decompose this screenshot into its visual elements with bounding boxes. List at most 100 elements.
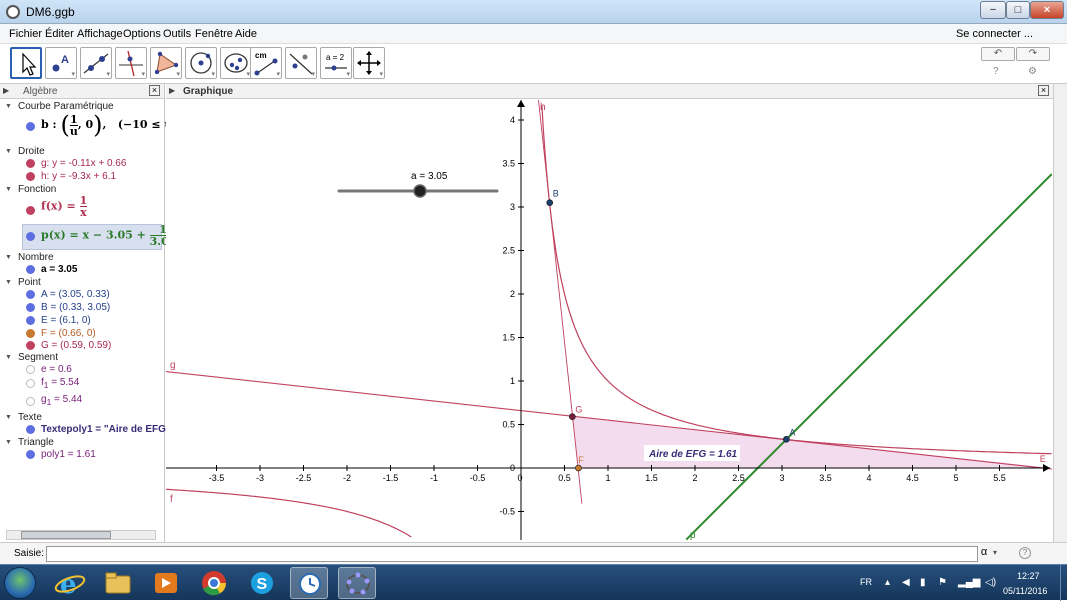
area-label-box[interactable]: Aire de EFG = 1.61 [644, 445, 740, 461]
collapse-triangle-icon[interactable]: ▶ [3, 86, 9, 95]
file-explorer-icon[interactable] [98, 567, 136, 599]
reflect-tool-button[interactable]: ▾ [285, 47, 317, 79]
command-input[interactable] [46, 546, 978, 562]
clock-app-icon[interactable] [290, 567, 328, 599]
chevron-down-icon[interactable]: ▾ [993, 548, 1003, 557]
move-tool-button[interactable] [10, 47, 42, 79]
input-help-icon[interactable]: ? [1019, 547, 1031, 559]
category-toggle-icon[interactable]: ▼ [5, 148, 12, 155]
geogebra-taskbar-icon[interactable] [338, 567, 376, 599]
graphics-close-icon[interactable]: × [1038, 85, 1049, 96]
number-a-item[interactable]: a = 3.05 [41, 264, 77, 275]
category-toggle-icon[interactable]: ▼ [5, 354, 12, 361]
point-b[interactable] [546, 199, 554, 206]
media-player-icon[interactable] [146, 567, 184, 599]
curve-f-right-branch[interactable] [541, 105, 1052, 455]
visibility-toggle[interactable] [26, 365, 35, 374]
segment-f1-item[interactable]: f1 = 5.54 [41, 377, 79, 390]
scrollbar-thumb[interactable] [21, 531, 111, 539]
category-toggle-icon[interactable]: ▼ [5, 414, 12, 421]
polygon-tool-button[interactable]: ▾ [150, 47, 182, 79]
tray-arrow-icon[interactable]: ▴ [885, 577, 890, 588]
point-e-item[interactable]: E = (6.1, 0) [41, 315, 91, 326]
help-icon[interactable]: ? [993, 66, 999, 77]
point-g-item[interactable]: G = (0.59, 0.59) [41, 340, 111, 351]
volume-icon[interactable]: ◀ [902, 577, 910, 588]
point-a-item[interactable]: A = (3.05, 0.33) [41, 289, 110, 300]
battery-icon[interactable]: ▮ [920, 577, 926, 588]
line-h-item[interactable]: h: y = -9.3x + 6.1 [41, 171, 116, 182]
perpendicular-tool-button[interactable]: ▾ [115, 47, 147, 79]
conic-tool-button[interactable]: ▾ [220, 47, 252, 79]
visibility-toggle[interactable] [26, 397, 35, 406]
visibility-toggle[interactable] [26, 425, 35, 434]
menu-editer[interactable]: Éditer [45, 28, 74, 40]
language-indicator[interactable]: FR [860, 577, 872, 587]
category-toggle-icon[interactable]: ▼ [5, 254, 12, 261]
menu-affichage[interactable]: Affichage [77, 28, 123, 40]
line-tool-button[interactable]: ▾ [80, 47, 112, 79]
menu-outils[interactable]: Outils [163, 28, 191, 40]
curve-b-definition[interactable]: b : (1 u, 0), (−10 ≤ u [41, 111, 172, 139]
line-h[interactable] [538, 100, 583, 504]
visibility-toggle[interactable] [26, 122, 35, 131]
maximize-button[interactable]: □ [1006, 1, 1030, 19]
text-poly1-item[interactable]: Textepoly1 = "Aire de EFG = [41, 424, 175, 435]
menu-aide[interactable]: Aide [235, 28, 257, 40]
function-p-item[interactable]: p(x) = x − 3.05 + 1 3.05 [41, 224, 177, 247]
skype-icon[interactable]: S [242, 567, 280, 599]
line-p[interactable] [685, 173, 1052, 541]
slider-a-handle[interactable] [413, 184, 427, 198]
circle-tool-button[interactable]: ▾ [185, 47, 217, 79]
category-toggle-icon[interactable]: ▼ [5, 279, 12, 286]
visibility-toggle[interactable] [26, 316, 35, 325]
point-b-item[interactable]: B = (0.33, 3.05) [41, 302, 110, 313]
minimize-button[interactable]: − [980, 1, 1006, 19]
distance-tool-button[interactable]: cm ▾ [250, 47, 282, 79]
category-toggle-icon[interactable]: ▼ [5, 186, 12, 193]
undo-button[interactable]: ↶ [981, 47, 1015, 61]
clock-time[interactable]: 12:27 [1017, 571, 1040, 581]
menu-fenetre[interactable]: Fenêtre [195, 28, 233, 40]
visibility-toggle[interactable] [26, 341, 35, 350]
speaker-icon[interactable]: ◁) [985, 577, 996, 588]
visibility-toggle[interactable] [26, 290, 35, 299]
visibility-toggle[interactable] [26, 206, 35, 215]
settings-icon[interactable]: ⚙ [1028, 66, 1037, 77]
chrome-icon[interactable] [194, 567, 232, 599]
graphics-canvas[interactable]: -3.5 -3 -2.5 -2 -1.5 -1 -0.5 0 0.5 1 1.5 2 2.5 3 3.5 4 4… [166, 100, 1052, 542]
alpha-symbols-button[interactable]: α [978, 546, 990, 562]
move-graphics-tool-button[interactable]: ▾ [353, 47, 385, 79]
segment-g1-item[interactable]: g1 = 5.44 [41, 394, 82, 407]
clock-date[interactable]: 05/11/2016 [1003, 586, 1047, 596]
action-center-flag-icon[interactable]: ⚑ [938, 577, 947, 588]
slider-tool-button[interactable]: a = 2 ▾ [320, 47, 352, 79]
visibility-toggle[interactable] [26, 265, 35, 274]
collapse-triangle-icon[interactable]: ▶ [169, 86, 175, 95]
function-f-item[interactable]: f(x) = 1x [41, 195, 88, 218]
visibility-toggle[interactable] [26, 232, 35, 241]
triangle-poly1-item[interactable]: poly1 = 1.61 [41, 449, 96, 460]
algebra-close-icon[interactable]: × [149, 85, 160, 96]
point-f[interactable] [575, 464, 582, 472]
windows-start-icon[interactable] [4, 567, 36, 599]
internet-explorer-icon[interactable]: e [50, 567, 88, 600]
algebra-horizontal-scrollbar[interactable] [6, 530, 156, 540]
segment-e-item[interactable]: e = 0.6 [41, 364, 72, 375]
curve-f-left-branch[interactable] [166, 488, 412, 538]
network-signal-icon[interactable]: ▂▄▆ [958, 577, 980, 588]
menu-options[interactable]: Options [123, 28, 161, 40]
visibility-toggle[interactable] [26, 159, 35, 168]
point-f-item[interactable]: F = (0.66, 0) [41, 328, 96, 339]
category-toggle-icon[interactable]: ▼ [5, 439, 12, 446]
category-toggle-icon[interactable]: ▼ [5, 103, 12, 110]
close-button[interactable]: × [1030, 1, 1064, 19]
point-tool-button[interactable]: A ▾ [45, 47, 77, 79]
visibility-toggle[interactable] [26, 450, 35, 459]
show-desktop-button[interactable] [1060, 565, 1067, 601]
visibility-toggle[interactable] [26, 329, 35, 338]
menu-fichier[interactable]: Fichier [9, 28, 42, 40]
visibility-toggle[interactable] [26, 379, 35, 388]
line-g-item[interactable]: g: y = -0.11x + 0.66 [41, 158, 126, 169]
visibility-toggle[interactable] [26, 303, 35, 312]
